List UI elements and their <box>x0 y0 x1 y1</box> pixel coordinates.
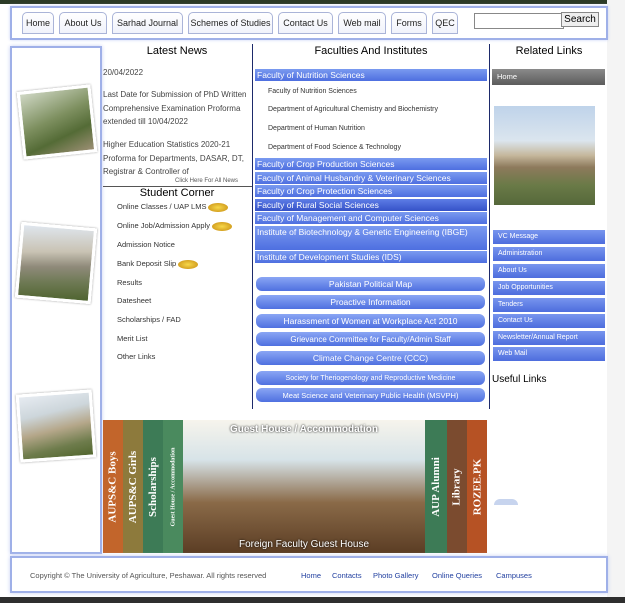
campus-building-photo <box>494 106 595 205</box>
book-guest-house[interactable]: Guest House / Accommodation <box>163 420 183 553</box>
left-photo-panel <box>10 46 102 554</box>
related-tenders[interactable]: Tenders <box>493 298 605 312</box>
footer-copyright: Copyright © The University of Agricultur… <box>30 571 267 580</box>
footer-link-photo-gallery[interactable]: Photo Gallery <box>373 571 418 580</box>
related-job-opportunities[interactable]: Job Opportunities <box>493 281 605 295</box>
footer-link-contacts[interactable]: Contacts <box>332 571 362 580</box>
related-about-us[interactable]: About Us <box>493 264 605 278</box>
fac-sub-human-nutrition[interactable]: Department of Human Nutrition <box>268 125 365 132</box>
fac-sub-food-science[interactable]: Department of Food Science & Technology <box>268 144 401 151</box>
new-badge-icon <box>178 259 199 269</box>
related-home[interactable]: Home <box>492 69 605 85</box>
corner-bank-deposit[interactable]: Bank Deposit Slip <box>117 259 199 269</box>
book-aups-boys[interactable]: AUPS&C Boys <box>103 420 123 553</box>
corner-scholarships[interactable]: Scholarships / FAD <box>117 315 181 324</box>
nav-forms[interactable]: Forms <box>391 12 427 34</box>
faculty-nutrition-sciences[interactable]: Faculty of Nutrition Sciences <box>255 69 487 81</box>
column-divider <box>489 44 490 409</box>
related-vc-message[interactable]: VC Message <box>493 230 605 244</box>
related-newsletter[interactable]: Newsletter/Annual Report <box>493 331 605 345</box>
faculty-crop-production[interactable]: Faculty of Crop Production Sciences <box>255 158 487 170</box>
latest-news-title: Latest News <box>146 45 208 57</box>
student-corner-title: Student Corner <box>139 187 215 199</box>
institute-ids[interactable]: Institute of Development Studies (IDS) <box>255 251 487 263</box>
scrollbar-track[interactable] <box>607 0 625 597</box>
news-item-hes[interactable]: Higher Education Statistics 2020-21 Prof… <box>103 138 253 178</box>
campus-photo-3 <box>15 389 97 463</box>
link-proactive-info[interactable]: Proactive Information <box>256 295 485 309</box>
corner-merit-list[interactable]: Merit List <box>117 334 147 343</box>
book-library[interactable]: Library <box>447 420 467 553</box>
faculty-animal-husbandry[interactable]: Faculty of Animal Husbandry & Veterinary… <box>255 172 487 184</box>
useful-links-title: Useful Links <box>492 374 547 385</box>
link-grievance-committee[interactable]: Grievance Committee for Faculty/Admin St… <box>256 332 485 346</box>
new-badge-icon <box>208 202 229 212</box>
nav-schemes-of-studies[interactable]: Schemes of Studies <box>188 12 273 34</box>
bottom-strip <box>0 597 625 603</box>
banner-bottom-caption: Foreign Faculty Guest House <box>238 539 370 550</box>
search-button[interactable]: Search <box>561 12 599 27</box>
book-scholarships[interactable]: Scholarships <box>143 420 163 553</box>
all-news-link[interactable]: Click Here For All News <box>175 178 238 184</box>
footer-link-campuses[interactable]: Campuses <box>496 571 532 580</box>
fac-sub-agri-chem[interactable]: Department of Agricultural Chemistry and… <box>268 106 438 113</box>
book-aups-girls[interactable]: AUPS&C Girls <box>123 420 143 553</box>
link-msvph[interactable]: Meat Science and Veterinary Public Healt… <box>256 388 485 402</box>
related-web-mail[interactable]: Web Mail <box>493 347 605 361</box>
corner-admission-notice[interactable]: Admission Notice <box>117 240 175 249</box>
faculty-crop-protection[interactable]: Faculty of Crop Protection Sciences <box>255 185 487 197</box>
nav-about-us[interactable]: About Us <box>59 12 107 34</box>
corner-online-classes[interactable]: Online Classes / UAP LMS <box>117 202 229 212</box>
link-harassment-act[interactable]: Harassment of Women at Workplace Act 201… <box>256 314 485 328</box>
search-input[interactable] <box>474 13 564 29</box>
nav-contact-us[interactable]: Contact Us <box>278 12 333 34</box>
corner-results[interactable]: Results <box>117 278 142 287</box>
related-links-title: Related Links <box>515 45 583 57</box>
new-badge-icon <box>211 221 232 231</box>
footer-link-online-queries[interactable]: Online Queries <box>432 571 482 580</box>
services-banner[interactable]: AUPS&C Boys AUPS&C Girls Scholarships Gu… <box>103 420 487 553</box>
news-item-phd[interactable]: Last Date for Submission of PhD Written … <box>103 88 253 129</box>
banner-top-caption: Guest House / Accommodation <box>230 424 378 435</box>
book-rozee[interactable]: ROZEE.PK <box>467 420 487 553</box>
link-pakistan-map[interactable]: Pakistan Political Map <box>256 277 485 291</box>
top-nav: Home About Us Sarhad Journal Schemes of … <box>10 6 608 40</box>
institute-ibge[interactable]: Institute of Biotechnology & Genetic Eng… <box>255 226 487 250</box>
nav-sarhad-journal[interactable]: Sarhad Journal <box>112 12 183 34</box>
faculty-management-computer[interactable]: Faculty of Management and Computer Scien… <box>255 212 487 224</box>
news-date: 20/04/2022 <box>103 68 144 77</box>
link-theriogenology[interactable]: Society for Theriogenology and Reproduct… <box>256 371 485 385</box>
campus-photo-1 <box>16 84 98 160</box>
related-contact-us[interactable]: Contact Us <box>493 314 605 328</box>
fac-sub-nutrition[interactable]: Faculty of Nutrition Sciences <box>268 88 357 95</box>
link-climate-change[interactable]: Climate Change Centre (CCC) <box>256 351 485 365</box>
guest-house-photo: Guest House / Accommodation Foreign Facu… <box>183 420 425 553</box>
faculty-rural-social[interactable]: Faculty of Rural Social Sciences <box>255 199 487 211</box>
campus-photo-2 <box>14 221 98 305</box>
loading-indicator <box>494 499 518 505</box>
corner-datesheet[interactable]: Datesheet <box>117 296 151 305</box>
footer-link-home[interactable]: Home <box>301 571 321 580</box>
corner-other-links[interactable]: Other Links <box>117 352 155 361</box>
corner-online-apply[interactable]: Online Job/Admission Apply <box>117 221 232 231</box>
book-aup-alumni[interactable]: AUP Alumni <box>425 420 447 553</box>
nav-web-mail[interactable]: Web mail <box>338 12 386 34</box>
nav-home[interactable]: Home <box>22 12 54 34</box>
faculties-title: Faculties And Institutes <box>314 45 428 57</box>
top-strip <box>0 0 625 4</box>
nav-qec[interactable]: QEC <box>432 12 458 34</box>
related-administration[interactable]: Administration <box>493 247 605 261</box>
